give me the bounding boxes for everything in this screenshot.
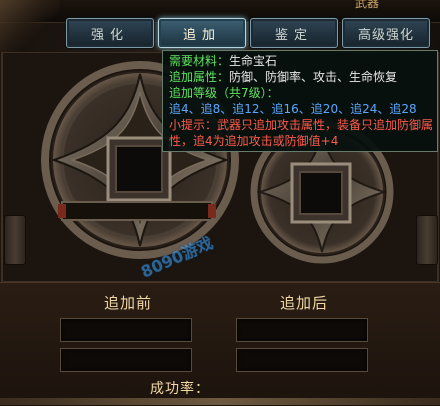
corner-ornament bbox=[0, 0, 60, 60]
upgrade-window: 武器 强化 追加 鉴定 高级强化 8090游戏 追加前 追加后 成功率： 需要材… bbox=[0, 0, 440, 406]
tab-enhance[interactable]: 强化 bbox=[66, 18, 154, 48]
append-tooltip: 需要材料：生命宝石 追加属性：防御、防御率、攻击、生命恢复 追加等级（共7级）：… bbox=[162, 50, 438, 152]
tab-identify[interactable]: 鉴定 bbox=[250, 18, 338, 48]
success-rate-label: 成功率： bbox=[150, 381, 210, 397]
before-label: 追加前 bbox=[103, 294, 152, 312]
tab-advanced-enhance[interactable]: 高级强化 bbox=[342, 18, 430, 48]
after-stat-field-2 bbox=[236, 348, 368, 372]
bottom-divider bbox=[0, 398, 440, 405]
after-label: 追加后 bbox=[279, 294, 328, 312]
after-stat-field-1 bbox=[236, 318, 368, 342]
left-side-handle bbox=[4, 215, 26, 265]
tooltip-material-row: 需要材料：生命宝石 bbox=[169, 53, 431, 69]
before-stat-field-2 bbox=[60, 348, 192, 372]
tooltip-material-label: 需要材料： bbox=[169, 54, 230, 68]
tooltip-level-list: 追4、追8、追12、追16、追20、追24、追28 bbox=[169, 102, 417, 116]
tooltip-attribute-label: 追加属性： bbox=[169, 70, 230, 84]
result-panel bbox=[0, 282, 440, 406]
tab-append[interactable]: 追加 bbox=[158, 18, 246, 48]
tooltip-attribute-value: 防御、防御率、攻击、生命恢复 bbox=[229, 70, 398, 84]
tab-bar: 强化 追加 鉴定 高级强化 bbox=[64, 18, 440, 48]
tooltip-hint-line2: 性，追4为追加攻击或防御值+4 bbox=[169, 134, 339, 148]
tooltip-material-value: 生命宝石 bbox=[229, 54, 278, 68]
before-stat-field-1 bbox=[60, 318, 192, 342]
tooltip-attribute-row: 追加属性：防御、防御率、攻击、生命恢复 bbox=[169, 69, 431, 85]
right-side-handle bbox=[416, 215, 438, 265]
tooltip-level-heading: 追加等级（共7级）： bbox=[169, 86, 279, 100]
window-title: 武器 bbox=[355, 0, 380, 10]
tooltip-hint-line1: 小提示：武器只追加攻击属性，装备只追加防御属 bbox=[169, 118, 434, 132]
